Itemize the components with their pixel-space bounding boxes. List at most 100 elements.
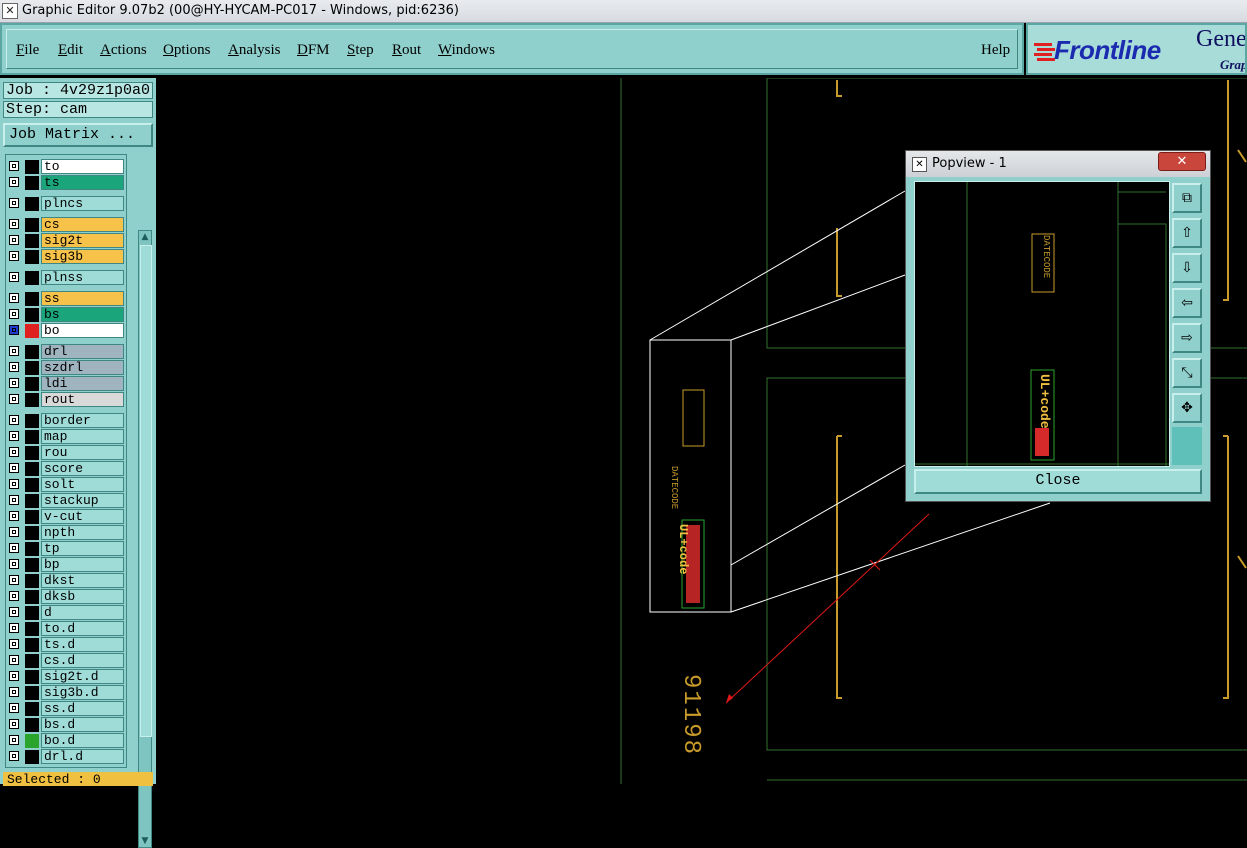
layer-color-swatch[interactable] [25,446,39,460]
layer-checkbox[interactable] [9,219,19,229]
layer-row[interactable]: v-cut [6,509,126,525]
layer-color-swatch[interactable] [25,234,39,248]
layer-row[interactable]: rout [6,392,126,408]
layer-row[interactable]: border [6,413,126,429]
layer-name[interactable]: map [41,429,124,444]
layer-name[interactable]: dkst [41,573,124,588]
layer-color-swatch[interactable] [25,542,39,556]
layer-checkbox[interactable] [9,161,19,171]
layer-name[interactable]: drl [41,344,124,359]
layer-color-swatch[interactable] [25,750,39,764]
layer-checkbox[interactable] [9,325,19,335]
layer-color-swatch[interactable] [25,686,39,700]
layer-checkbox[interactable] [9,607,19,617]
layer-checkbox[interactable] [9,751,19,761]
scroll-down-icon[interactable]: ▼ [139,835,151,847]
layer-color-swatch[interactable] [25,176,39,190]
scroll-up-icon[interactable]: ▲ [139,231,151,243]
menu-help[interactable]: Help [981,42,1010,59]
layer-color-swatch[interactable] [25,654,39,668]
layer-name[interactable]: bp [41,557,124,572]
layer-checkbox[interactable] [9,703,19,713]
layer-color-swatch[interactable] [25,526,39,540]
layer-checkbox[interactable] [9,235,19,245]
layer-color-swatch[interactable] [25,377,39,391]
layer-name[interactable]: drl.d [41,749,124,764]
layer-row[interactable]: bp [6,557,126,573]
layer-row[interactable]: bs [6,307,126,323]
layer-row[interactable]: bo.d [6,733,126,749]
layer-color-swatch[interactable] [25,734,39,748]
layer-row[interactable]: ss [6,291,126,307]
layer-checkbox[interactable] [9,309,19,319]
layer-checkbox[interactable] [9,687,19,697]
layer-checkbox[interactable] [9,479,19,489]
popview-close-button[interactable]: Close [914,469,1202,494]
layer-checkbox[interactable] [9,655,19,665]
layer-checkbox[interactable] [9,543,19,553]
layer-color-swatch[interactable] [25,292,39,306]
layer-checkbox[interactable] [9,346,19,356]
close-icon[interactable]: ✕ [1158,152,1206,171]
layer-color-swatch[interactable] [25,702,39,716]
layer-row[interactable]: to.d [6,621,126,637]
layer-checkbox[interactable] [9,511,19,521]
scroll-thumb[interactable] [140,245,152,737]
layer-name[interactable]: plnss [41,270,124,285]
layer-name[interactable]: bs.d [41,717,124,732]
layer-name[interactable]: bo [41,323,124,338]
layer-scrollbar[interactable]: ▲ ▼ [138,230,152,848]
layer-row[interactable]: szdrl [6,360,126,376]
layer-color-swatch[interactable] [25,590,39,604]
layer-name[interactable]: ss [41,291,124,306]
layer-checkbox[interactable] [9,394,19,404]
layer-color-swatch[interactable] [25,160,39,174]
layer-checkbox[interactable] [9,671,19,681]
layer-row[interactable]: dkst [6,573,126,589]
pan-up-button[interactable]: ⇧ [1172,218,1202,248]
layer-row[interactable]: stackup [6,493,126,509]
layer-name[interactable]: rout [41,392,124,407]
layer-checkbox[interactable] [9,575,19,585]
layer-row[interactable]: sig3b [6,249,126,265]
popview-canvas[interactable]: DATECODE UL+code [914,181,1170,467]
layer-color-swatch[interactable] [25,218,39,232]
layer-row[interactable]: plncs [6,196,126,212]
layer-row[interactable]: plnss [6,270,126,286]
layer-checkbox[interactable] [9,463,19,473]
layer-row[interactable]: cs.d [6,653,126,669]
layer-color-swatch[interactable] [25,622,39,636]
layer-row[interactable]: cs [6,217,126,233]
layer-row[interactable]: map [6,429,126,445]
layer-color-swatch[interactable] [25,606,39,620]
layer-checkbox[interactable] [9,362,19,372]
layer-name[interactable]: ts [41,175,124,190]
layer-name[interactable]: rou [41,445,124,460]
layer-color-swatch[interactable] [25,271,39,285]
layer-name[interactable]: cs.d [41,653,124,668]
layer-checkbox[interactable] [9,415,19,425]
layer-color-swatch[interactable] [25,393,39,407]
layer-name[interactable]: npth [41,525,124,540]
layer-name[interactable]: to [41,159,124,174]
layer-checkbox[interactable] [9,272,19,282]
pan-right-button[interactable]: ⇨ [1172,323,1202,353]
zoom-fit-button[interactable]: ⧉ [1172,183,1202,213]
layer-name[interactable]: tp [41,541,124,556]
zoom-in-button[interactable]: ✥ [1172,393,1202,423]
layer-name[interactable]: ldi [41,376,124,391]
layer-name[interactable]: d [41,605,124,620]
layer-color-swatch[interactable] [25,345,39,359]
layer-checkbox[interactable] [9,378,19,388]
layer-name[interactable]: stackup [41,493,124,508]
layer-row[interactable]: sig2t [6,233,126,249]
menu-edit[interactable]: Edit [58,42,83,59]
layer-color-swatch[interactable] [25,324,39,338]
layer-row[interactable]: rou [6,445,126,461]
menu-file[interactable]: File [16,42,39,59]
layer-color-swatch[interactable] [25,308,39,322]
layer-name[interactable]: sig2t.d [41,669,124,684]
layer-name[interactable]: cs [41,217,124,232]
pan-down-button[interactable]: ⇩ [1172,253,1202,283]
layer-checkbox[interactable] [9,251,19,261]
